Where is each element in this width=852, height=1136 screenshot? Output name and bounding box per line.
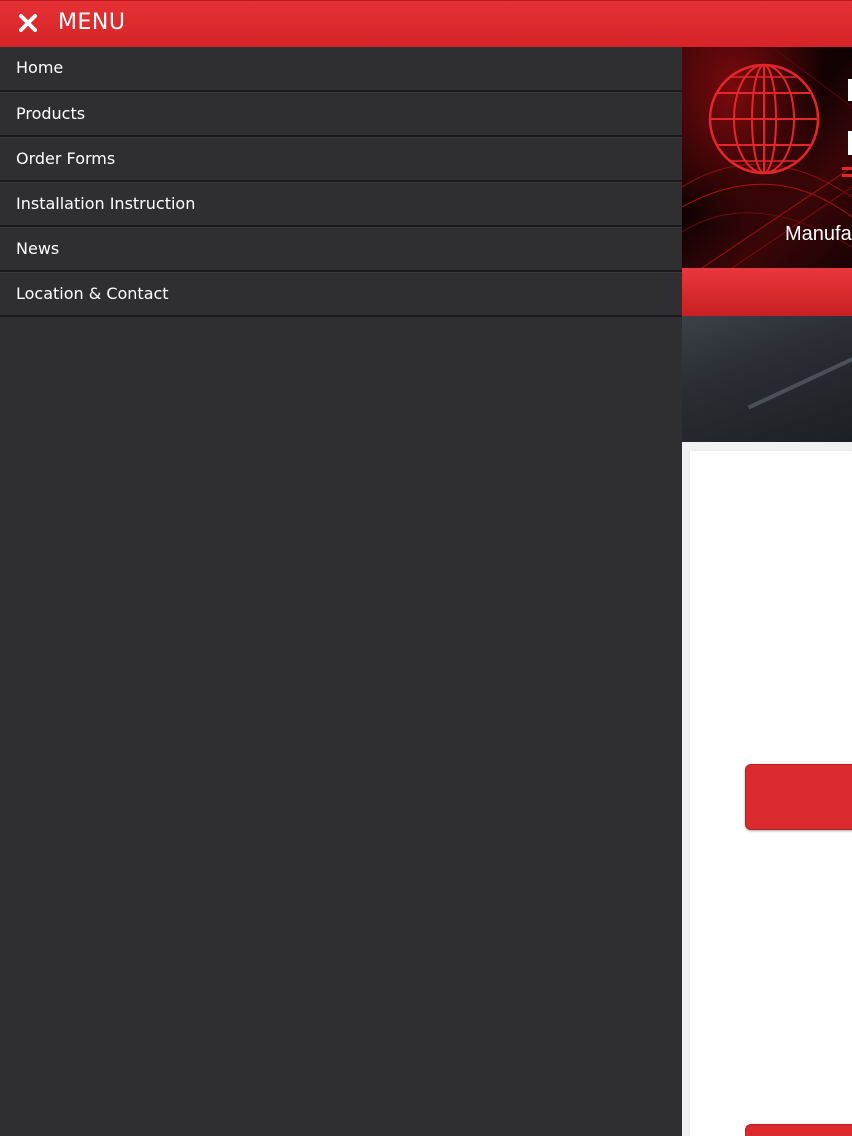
- photo-detail: [747, 346, 852, 410]
- nav-item-label: Home: [16, 58, 64, 77]
- globe-icon: [708, 63, 820, 175]
- nav-item-label: Products: [16, 104, 86, 123]
- hero-tagline: Manufa: [785, 223, 852, 245]
- menu-header: MENU: [0, 0, 852, 47]
- nav-item-home[interactable]: Home: [0, 47, 682, 92]
- nav-item-label: Order Forms: [16, 149, 116, 168]
- nav-item-news[interactable]: News: [0, 227, 682, 272]
- red-nav-bar[interactable]: [682, 268, 852, 316]
- primary-button[interactable]: [745, 764, 852, 830]
- hero-banner: Manufa: [682, 47, 852, 268]
- brand-logo-fragment: [842, 79, 852, 177]
- side-drawer: Home Products Order Forms Installation I…: [0, 47, 682, 1136]
- nav-item-location-contact[interactable]: Location & Contact: [0, 272, 682, 317]
- nav-item-label: News: [16, 239, 60, 258]
- nav-item-products[interactable]: Products: [0, 92, 682, 137]
- nav-item-order-forms[interactable]: Order Forms: [0, 137, 682, 182]
- hero-photo: [682, 316, 852, 442]
- secondary-button[interactable]: [745, 1124, 852, 1136]
- nav-item-installation-instruction[interactable]: Installation Instruction: [0, 182, 682, 227]
- close-icon[interactable]: [17, 12, 39, 34]
- nav-item-label: Location & Contact: [16, 284, 169, 303]
- menu-title: MENU: [58, 10, 126, 35]
- nav-item-label: Installation Instruction: [16, 194, 196, 213]
- page-content: Manufa: [682, 47, 852, 1136]
